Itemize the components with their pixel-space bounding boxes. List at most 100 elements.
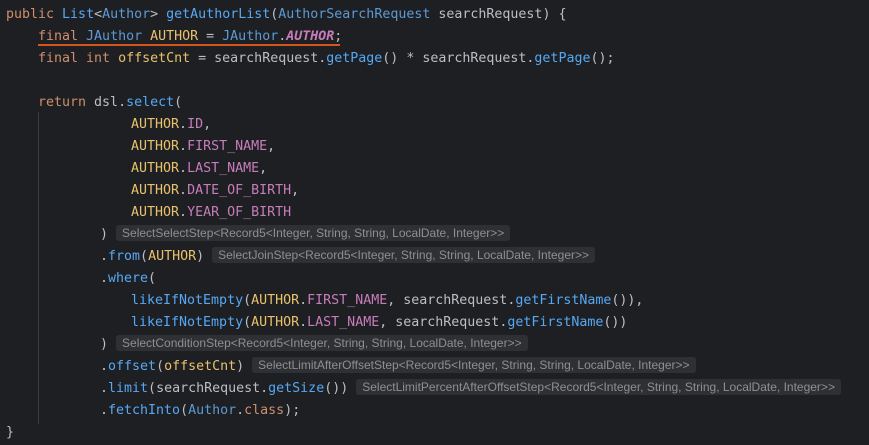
code-token: .	[179, 117, 188, 132]
code-token: ,	[387, 293, 404, 308]
code-token: Author	[188, 403, 237, 418]
code-line[interactable]: ) SelectConditionStep<Record5<Integer, St…	[100, 334, 528, 356]
code-token: ,	[379, 315, 396, 330]
code-token: AUTHOR	[142, 29, 199, 44]
code-line[interactable]: final JAuthor AUTHOR = JAuthor.AUTHOR;	[38, 26, 342, 48]
code-token: JAuthor	[86, 29, 143, 44]
code-line[interactable]: final int offsetCnt = searchRequest.getP…	[38, 48, 615, 70]
code-token: .	[179, 161, 188, 176]
code-token: ID	[187, 117, 204, 132]
code-token: <	[94, 7, 103, 22]
code-token: getPage	[326, 51, 383, 66]
code-token: searchRequest	[430, 7, 543, 22]
code-line[interactable]: .from(AUTHOR) SelectJoinStep<Record5<Inte…	[100, 246, 596, 268]
code-token: AUTHOR	[131, 139, 180, 154]
code-line[interactable]: AUTHOR.FIRST_NAME,	[131, 136, 275, 158]
code-token: ;	[334, 29, 343, 44]
code-line[interactable]: AUTHOR.YEAR_OF_BIRTH	[131, 202, 291, 224]
code-line[interactable]: AUTHOR.LAST_NAME,	[131, 158, 267, 180]
inlay-type-hint: SelectJoinStep<Record5<Integer, String, …	[212, 247, 596, 263]
inlay-type-hint: SelectLimitPercentAfterOffsetStep<Record…	[356, 379, 841, 395]
code-line[interactable]: likeIfNotEmpty(AUTHOR.LAST_NAME, searchR…	[131, 312, 627, 334]
code-token: (	[148, 381, 157, 396]
code-token: final int	[38, 51, 119, 66]
code-token: );	[284, 403, 301, 418]
code-token: )	[100, 227, 109, 242]
code-token: ()),	[611, 293, 644, 308]
code-token: AUTHOR	[251, 315, 300, 330]
code-token: DATE_OF_BIRTH	[187, 183, 292, 198]
code-line[interactable]: .limit(searchRequest.getSize()) SelectLim…	[100, 378, 841, 400]
inlay-type-hint: SelectConditionStep<Record5<Integer, Str…	[116, 335, 528, 351]
code-token: .	[100, 249, 109, 264]
code-token: List	[62, 7, 95, 22]
code-line[interactable]: AUTHOR.ID,	[131, 114, 211, 136]
code-token: AUTHOR	[131, 205, 180, 220]
code-token: .	[236, 403, 245, 418]
code-token: () *	[382, 51, 423, 66]
code-line[interactable]: .offset(offsetCnt) SelectLimitAfterOffset…	[100, 356, 696, 378]
code-token: ,	[267, 139, 276, 154]
code-line[interactable]: likeIfNotEmpty(AUTHOR.FIRST_NAME, search…	[131, 290, 643, 312]
code-token: offsetCnt	[118, 51, 191, 66]
code-token: .	[118, 95, 127, 110]
code-line[interactable]: }	[6, 422, 14, 444]
code-token: searchRequest	[403, 293, 508, 308]
code-token: Author	[102, 7, 151, 22]
code-token: )	[236, 359, 245, 374]
code-token: offset	[108, 359, 157, 374]
code-token: (	[140, 249, 149, 264]
code-token: ,	[259, 161, 268, 176]
code-token: (	[243, 315, 252, 330]
code-line[interactable]: AUTHOR.DATE_OF_BIRTH,	[131, 180, 299, 202]
code-token: getAuthorList	[166, 7, 271, 22]
code-line[interactable]: public List<Author> getAuthorList(Author…	[6, 4, 566, 26]
code-token: where	[108, 271, 149, 286]
inlay-type-hint: SelectSelectStep<Record5<Integer, String…	[116, 225, 511, 241]
code-token: (	[180, 403, 189, 418]
code-line[interactable]: .fetchInto(Author.class);	[100, 400, 300, 422]
code-token: public	[6, 7, 63, 22]
code-token: (	[243, 293, 252, 308]
inlay-type-hint: SelectLimitAfterOffsetStep<Record5<Integ…	[252, 357, 696, 373]
code-token: YEAR_OF_BIRTH	[187, 205, 292, 220]
code-token: getFirstName	[515, 293, 612, 308]
code-token: )	[196, 249, 205, 264]
code-token: LAST_NAME	[307, 315, 380, 330]
code-token: =	[190, 51, 215, 66]
code-token: select	[126, 95, 175, 110]
code-token: .	[179, 183, 188, 198]
code-line[interactable]: .where(	[100, 268, 156, 290]
code-token: )	[100, 337, 109, 352]
code-token: =	[198, 29, 223, 44]
code-token: searchRequest	[156, 381, 261, 396]
code-token: likeIfNotEmpty	[131, 293, 244, 308]
code-token: .	[179, 205, 188, 220]
code-line[interactable]: return dsl.select(	[38, 92, 182, 114]
code-token: >	[150, 7, 167, 22]
code-token: .	[179, 139, 188, 154]
code-token: AUTHOR	[286, 29, 335, 44]
code-token: offsetCnt	[164, 359, 237, 374]
code-token: searchRequest	[395, 315, 500, 330]
code-token: ,	[203, 117, 212, 132]
code-token: (	[156, 359, 165, 374]
code-token: ();	[590, 51, 615, 66]
code-token: (	[174, 95, 183, 110]
code-token: .	[100, 359, 109, 374]
code-token: AUTHOR	[131, 183, 180, 198]
indent-guide	[38, 112, 39, 424]
code-token: .	[299, 315, 308, 330]
code-token: .	[100, 381, 109, 396]
code-token: (	[148, 271, 157, 286]
code-token: AUTHOR	[251, 293, 300, 308]
code-token: ())	[603, 315, 628, 330]
code-line[interactable]: ) SelectSelectStep<Record5<Integer, Strin…	[100, 224, 511, 246]
code-token: getFirstName	[507, 315, 604, 330]
code-editor[interactable]: public List<Author> getAuthorList(Author…	[0, 0, 869, 445]
code-token: from	[108, 249, 141, 264]
code-token: likeIfNotEmpty	[131, 315, 244, 330]
code-token: final	[38, 29, 87, 44]
code-token: searchRequest	[214, 51, 319, 66]
code-token: AUTHOR	[148, 249, 197, 264]
